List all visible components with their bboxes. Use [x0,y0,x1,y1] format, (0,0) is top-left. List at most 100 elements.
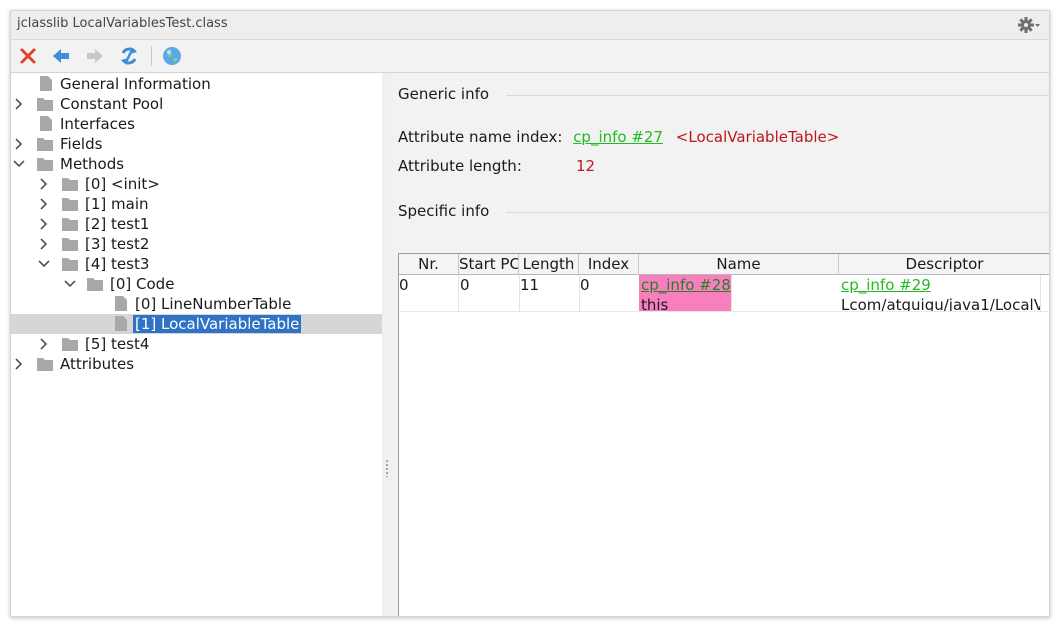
chevron-down-icon[interactable] [38,258,50,270]
folder-icon [62,238,78,251]
descriptor-value: Lcom/atguigu/java1/LocalV [841,296,1041,311]
attribute-length-label: Attribute length: [398,157,522,175]
attribute-length-value: 12 [576,157,596,175]
tree-item-general-information[interactable]: General Information [11,74,382,94]
folder-icon [62,178,78,191]
tree-item-label: Attributes [60,355,135,373]
attribute-name-index-link[interactable]: cp_info #27 [573,128,663,146]
tree-item-constant-pool[interactable]: Constant Pool [11,94,382,114]
tree-item-code[interactable]: [0] Code [11,274,382,294]
local-variable-table: Nr. Start PC Length Index Name Descripto… [398,253,1049,616]
folder-icon [37,358,53,371]
tree-item-method-test1[interactable]: [2] test1 [11,214,382,234]
title-bar: jclasslib LocalVariablesTest.class [11,11,1049,40]
chevron-right-icon[interactable] [38,178,50,190]
tree-item-label: [0] Code [110,275,175,293]
cell-nr: 0 [399,275,459,311]
tree-item-label: [0] LineNumberTable [135,295,292,313]
folder-icon [87,278,103,291]
column-header-length[interactable]: Length [519,254,579,275]
tree-item-attributes[interactable]: Attributes [11,354,382,374]
chevron-right-icon[interactable] [38,198,50,210]
tree-item-label: [1] main [85,195,149,213]
folder-icon [37,98,53,111]
tree-panel: General Information Constant Pool Interf… [11,73,383,616]
name-value: this [641,296,669,311]
main-window: jclasslib LocalVariablesTest.class Gener… [10,10,1050,617]
file-icon [40,76,52,91]
chevron-down-icon[interactable] [64,278,76,290]
tree-item-interfaces[interactable]: Interfaces [11,114,382,134]
folder-icon [62,218,78,231]
tree-item-method-test3[interactable]: [4] test3 [11,254,382,274]
descriptor-link[interactable]: cp_info #29 [841,275,1040,295]
chevron-right-icon[interactable] [38,238,50,250]
chevron-right-icon[interactable] [13,138,25,150]
chevron-down-icon[interactable] [13,158,25,170]
folder-icon [62,338,78,351]
close-icon[interactable] [16,44,40,68]
tree-item-label: General Information [60,75,211,93]
tree-item-label: Interfaces [60,115,135,133]
toolbar-separator [151,46,152,66]
cell-length: 11 [519,275,580,311]
tree-item-label: Constant Pool [60,95,164,113]
tree-item-label: [2] test1 [85,215,150,233]
folder-icon [62,198,78,211]
tree-item-method-test2[interactable]: [3] test2 [11,234,382,254]
tree-item-label: [1] LocalVariableTable [133,315,302,333]
name-link[interactable]: cp_info #28 [641,275,731,295]
specific-info-heading: Specific info [398,202,490,220]
attribute-name-index-label: Attribute name index: [398,128,563,146]
attribute-name-index-value: <LocalVariableTable> [675,128,840,146]
tree-item-label: [0] <init> [85,175,160,193]
folder-icon [62,258,78,271]
arrow-left-icon[interactable] [49,44,73,68]
tree-item-line-number-table[interactable]: [0] LineNumberTable [11,294,382,314]
split-divider[interactable] [382,73,393,616]
refresh-icon[interactable] [117,44,141,68]
detail-panel: Generic info Attribute name index: cp_in… [393,73,1049,616]
attribute-name-index-row: Attribute name index: cp_info #27 <Local… [398,128,839,146]
folder-icon [37,138,53,151]
column-header-start-pc[interactable]: Start PC [459,254,519,275]
generic-info-separator [506,95,1049,96]
chevron-right-icon[interactable] [38,338,50,350]
gear-icon[interactable] [1017,15,1041,35]
tree-item-method-init[interactable]: [0] <init> [11,174,382,194]
tree-item-label: [3] test2 [85,235,150,253]
tree-item-method-test4[interactable]: [5] test4 [11,334,382,354]
tree-item-label: [4] test3 [85,255,150,273]
file-icon [40,116,52,131]
tree-item-label: Methods [60,155,125,173]
column-header-name[interactable]: Name [639,254,839,275]
cell-start-pc: 0 [459,275,520,311]
chevron-right-icon[interactable] [13,358,25,370]
file-icon [115,316,127,331]
tree-item-methods[interactable]: Methods [11,154,382,174]
chevron-right-icon[interactable] [38,218,50,230]
cell-name[interactable]: cp_info #28 this [639,275,732,311]
cell-descriptor[interactable]: cp_info #29 Lcom/atguigu/java1/LocalV [839,275,1041,311]
tree-item-label: [5] test4 [85,335,150,353]
tree-item-method-main[interactable]: [1] main [11,194,382,214]
tree-item-fields[interactable]: Fields [11,134,382,154]
generic-info-heading: Generic info [398,85,490,103]
toolbar [11,40,1049,73]
tree-item-local-variable-table[interactable]: [1] LocalVariableTable [11,314,382,334]
split-grip[interactable] [385,459,389,477]
row-separator [399,311,1049,312]
window-title: jclasslib LocalVariablesTest.class [17,16,228,31]
column-header-descriptor[interactable]: Descriptor [839,254,1049,275]
attribute-length-row: Attribute length: [398,157,522,175]
file-icon [115,296,127,311]
arrow-right-icon[interactable] [83,44,107,68]
chevron-right-icon[interactable] [13,98,25,110]
globe-icon[interactable] [160,44,184,68]
cell-index: 0 [579,275,640,311]
column-header-nr[interactable]: Nr. [399,254,459,275]
specific-info-separator [506,212,1049,213]
folder-icon [37,158,53,171]
column-header-index[interactable]: Index [579,254,639,275]
tree-item-label: Fields [60,135,103,153]
